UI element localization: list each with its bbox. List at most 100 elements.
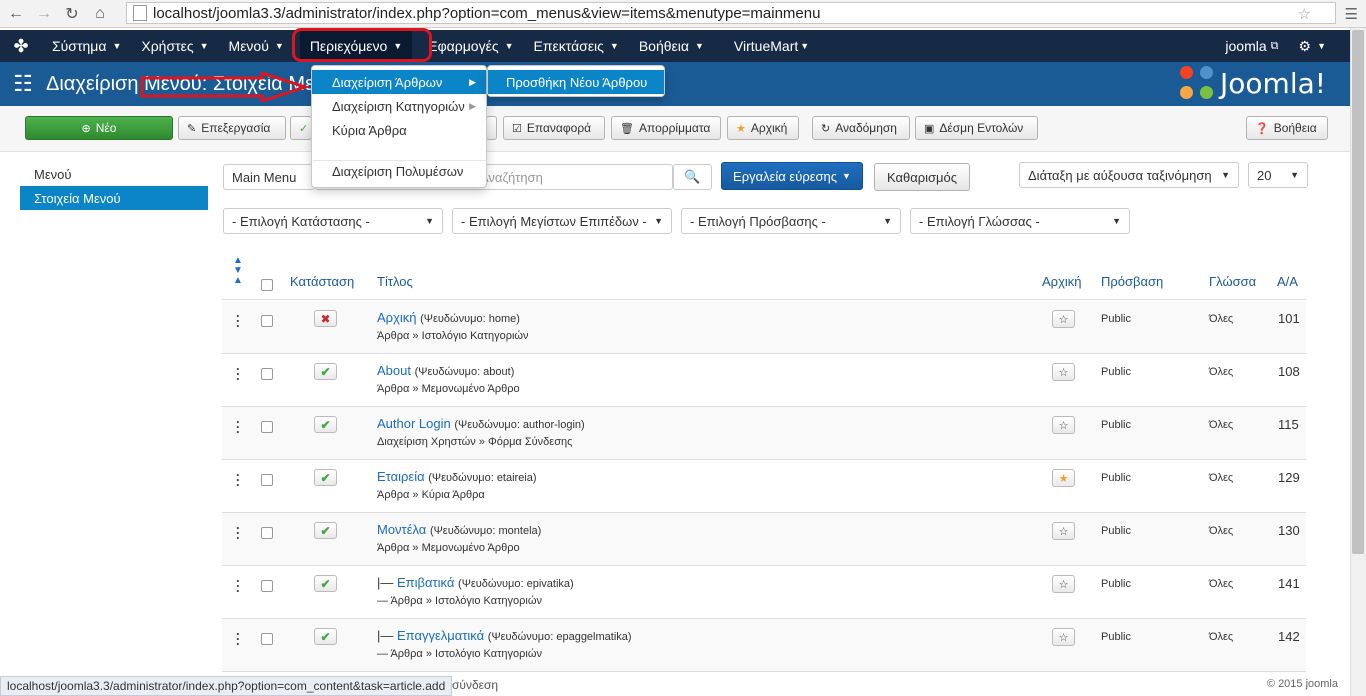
row-checkbox[interactable] bbox=[261, 527, 273, 539]
header-title[interactable]: Τίτλος bbox=[377, 274, 413, 289]
menu-item-media-manager[interactable]: Διαχείριση Πολυμέσων bbox=[312, 159, 486, 183]
published-check-icon[interactable]: ✔ bbox=[314, 469, 337, 486]
drag-handle-icon[interactable]: ... bbox=[236, 306, 240, 329]
unpublish-button[interactable] bbox=[486, 116, 497, 140]
row-checkbox[interactable] bbox=[261, 580, 273, 592]
user-link[interactable]: joomla ⧉ bbox=[1215, 30, 1288, 62]
menu-item-add-new-article[interactable]: Προσθήκη Νέου Άρθρου bbox=[488, 70, 664, 94]
home-star-icon[interactable]: ☆ bbox=[1052, 416, 1075, 434]
nav-users[interactable]: Χρήστες ▼ bbox=[131, 30, 218, 62]
sidebar-item-menu-items[interactable]: Στοιχεία Μενού bbox=[20, 186, 208, 210]
forward-icon[interactable]: → bbox=[32, 2, 56, 26]
unpublished-icon[interactable]: ✖ bbox=[314, 310, 337, 327]
scrollbar-thumb[interactable] bbox=[1352, 30, 1364, 554]
nav-system[interactable]: Σύστημα ▼ bbox=[42, 30, 131, 62]
published-check-icon[interactable]: ✔ bbox=[314, 416, 337, 433]
nav-virtuemart[interactable]: VirtueMart ▼ bbox=[724, 30, 819, 62]
annotation-arrow bbox=[140, 72, 310, 102]
reload-icon[interactable]: ↻ bbox=[60, 2, 84, 26]
nav-menus[interactable]: Μενού ▼ bbox=[219, 30, 294, 62]
nav-extensions[interactable]: Επεκτάσεις ▼ bbox=[524, 30, 629, 62]
menu-select[interactable]: Main Menu bbox=[223, 164, 315, 190]
drag-handle-icon[interactable]: ... bbox=[236, 571, 240, 594]
header-status[interactable]: Κατάσταση bbox=[290, 274, 354, 289]
brand-text: Joomla! bbox=[1220, 66, 1326, 100]
published-check-icon[interactable]: ✔ bbox=[314, 575, 337, 592]
row-type: Άρθρα » Ιστολόγιο Κατηγοριών bbox=[377, 330, 529, 342]
header-access[interactable]: Πρόσβαση bbox=[1101, 274, 1163, 289]
row-title-link[interactable]: Εταιρεία bbox=[377, 469, 425, 484]
drag-handle-icon[interactable]: ... bbox=[236, 624, 240, 647]
access-filter[interactable]: - Επιλογή Πρόσβασης - ▼ bbox=[681, 208, 901, 234]
browser-menu-icon[interactable]: ☰ bbox=[1345, 5, 1358, 23]
published-check-icon[interactable]: ✔ bbox=[314, 363, 337, 380]
help-button[interactable]: ❓ Βοήθεια bbox=[1246, 116, 1328, 140]
edit-button[interactable]: ✎ Επεξεργασία bbox=[178, 116, 286, 140]
menu-select-value: Main Menu bbox=[232, 169, 297, 185]
rebuild-button[interactable]: ↻ Αναδόμηση bbox=[812, 116, 910, 140]
row-title-link[interactable]: About bbox=[377, 363, 411, 378]
drag-handle-icon[interactable]: ... bbox=[236, 412, 240, 435]
drag-handle-icon[interactable]: ... bbox=[236, 359, 240, 382]
chevron-down-icon: ▼ bbox=[504, 41, 514, 51]
menu-item-featured-articles[interactable]: Κύρια Άρθρα bbox=[312, 118, 486, 142]
home-star-icon[interactable]: ☆ bbox=[1052, 628, 1075, 646]
row-checkbox[interactable] bbox=[261, 315, 273, 327]
home-star-icon[interactable]: ☆ bbox=[1052, 363, 1075, 381]
row-checkbox[interactable] bbox=[261, 633, 273, 645]
trash-button[interactable]: 🗑 Απορρίμματα bbox=[611, 116, 721, 140]
sort-icon[interactable]: ▲ ▼ ▲ bbox=[233, 256, 243, 286]
gear-icon: ⚙ bbox=[1298, 37, 1312, 54]
nav-components[interactable]: Εφαρμογές ▼ bbox=[418, 30, 523, 62]
row-checkbox[interactable] bbox=[261, 368, 273, 380]
row-title-link[interactable]: Μοντέλα bbox=[377, 522, 426, 537]
select-all-checkbox[interactable] bbox=[261, 279, 273, 291]
row-title-link[interactable]: Επαγγελματικά bbox=[397, 628, 484, 643]
checkin-button[interactable]: ☑ Επαναφορά bbox=[503, 116, 605, 140]
header-id[interactable]: Α/Α bbox=[1277, 274, 1298, 289]
publish-button[interactable]: ✓ bbox=[290, 116, 312, 140]
home-icon[interactable]: ⌂ bbox=[88, 2, 112, 26]
published-check-icon[interactable]: ✔ bbox=[314, 522, 337, 539]
home-star-icon[interactable]: ☆ bbox=[1052, 310, 1075, 328]
table-row: ... ✔ Μοντέλα (Ψευδώνυμο: montela) Άρθρα… bbox=[222, 513, 1306, 566]
search-button[interactable]: 🔍 bbox=[673, 164, 712, 190]
row-checkbox[interactable] bbox=[261, 421, 273, 433]
clear-button[interactable]: Καθαρισμός bbox=[874, 163, 970, 191]
max-levels-filter[interactable]: - Επιλογή Μεγίστων Επιπέδων - ▼ bbox=[452, 208, 672, 234]
chevron-right-icon: ▶ bbox=[469, 100, 476, 111]
published-check-icon[interactable]: ✔ bbox=[314, 628, 337, 645]
menu-item-label: Κύρια Άρθρα bbox=[332, 122, 407, 138]
home-star-icon[interactable]: ☆ bbox=[1052, 522, 1075, 540]
clear-label: Καθαρισμός bbox=[886, 169, 958, 185]
sidebar-item-menus[interactable]: Μενού bbox=[20, 162, 208, 186]
row-title-link[interactable]: Αρχική bbox=[377, 310, 417, 325]
joomla-logo-icon[interactable]: ✤ bbox=[0, 30, 42, 62]
limit-select[interactable]: 20 ▼ bbox=[1248, 162, 1308, 188]
menu-item-category-manager[interactable]: Διαχείριση Κατηγοριών ▶ bbox=[312, 94, 486, 118]
batch-button[interactable]: ▣ Δέσμη Εντολών bbox=[915, 116, 1038, 140]
home-button[interactable]: ★ Αρχική bbox=[727, 116, 799, 140]
home-star-filled-icon[interactable]: ★ bbox=[1052, 469, 1075, 487]
row-title-link[interactable]: Author Login bbox=[377, 416, 451, 431]
drag-handle-icon[interactable]: ... bbox=[236, 518, 240, 541]
search-tools-button[interactable]: Εργαλεία εύρεσης ▼ bbox=[721, 162, 863, 190]
new-button[interactable]: ⊕ Νέο bbox=[25, 116, 173, 140]
back-icon[interactable]: ← bbox=[4, 2, 28, 26]
drag-handle-icon[interactable]: ... bbox=[236, 465, 240, 488]
header-language[interactable]: Γλώσσα bbox=[1209, 274, 1256, 289]
ordering-select[interactable]: Διάταξη με αύξουσα ταξινόμηση ▼ bbox=[1019, 162, 1239, 188]
nav-help[interactable]: Βοήθεια ▼ bbox=[629, 30, 714, 62]
bookmark-star-icon[interactable]: ☆ bbox=[1298, 5, 1311, 23]
header-home[interactable]: Αρχική bbox=[1042, 274, 1082, 289]
row-language: Όλες bbox=[1209, 366, 1234, 378]
address-bar[interactable]: localhost/joomla3.3/administrator/index.… bbox=[126, 2, 1336, 24]
language-filter[interactable]: - Επιλογή Γλώσσας - ▼ bbox=[910, 208, 1130, 234]
row-title-link[interactable]: Επιβατικά bbox=[397, 575, 454, 590]
state-filter[interactable]: - Επιλογή Κατάστασης - ▼ bbox=[223, 208, 443, 234]
row-type: Άρθρα » Κύρια Άρθρα bbox=[377, 489, 485, 501]
settings-menu[interactable]: ⚙ ▼ bbox=[1289, 30, 1336, 62]
menu-item-article-manager[interactable]: Διαχείριση Άρθρων ▶ bbox=[312, 70, 486, 94]
row-checkbox[interactable] bbox=[261, 474, 273, 486]
home-star-icon[interactable]: ☆ bbox=[1052, 575, 1075, 593]
